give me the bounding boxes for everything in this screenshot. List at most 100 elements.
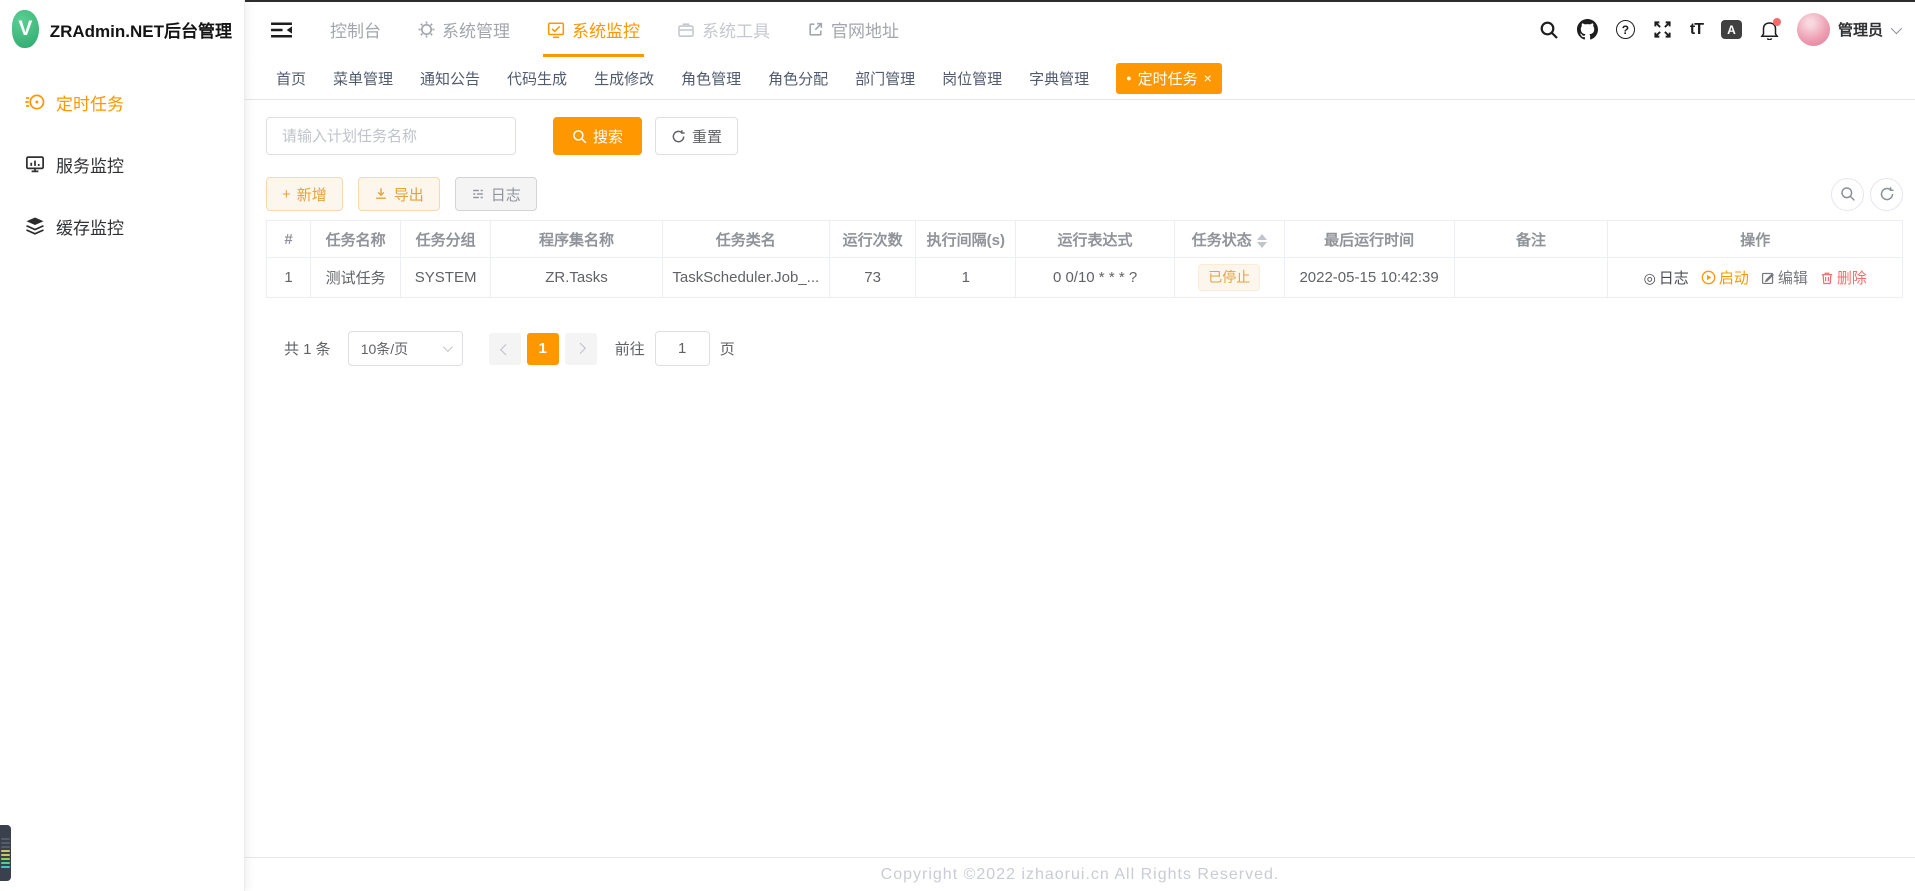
bell-icon[interactable] [1760,20,1779,40]
tab-notice[interactable]: 通知公告 [420,68,480,89]
tab-code-generation[interactable]: 代码生成 [507,68,567,89]
log-button-label: 日志 [491,184,521,205]
nav-right: ? tT A 管理员 [1539,13,1899,46]
goto-page-input[interactable] [655,331,710,366]
nav-item-label: 官网地址 [831,17,899,42]
translate-icon[interactable]: A [1721,20,1742,39]
stats-stripe [1,846,10,848]
column-header-interval: 执行间隔(s) [916,221,1016,258]
nav-item-label: 系统工具 [702,17,770,42]
chevron-down-icon [1891,22,1902,33]
row-log-link[interactable]: ◎ 日志 [1644,267,1689,288]
collapse-sidebar-icon[interactable] [270,20,293,40]
column-header-index: # [267,221,311,258]
log-button[interactable]: 日志 [455,177,537,211]
current-page-button[interactable]: 1 [527,333,559,365]
tab-role-assignment[interactable]: 角色分配 [768,68,828,89]
footer: Copyright ©2022 izhaorui.cn All Rights R… [245,857,1915,891]
content-area: 搜索 重置 + 新增 [245,100,1915,857]
briefcase-icon [677,21,695,39]
logo-row[interactable]: V ZRAdmin.NET后台管理 [0,0,244,58]
app-title: ZRAdmin.NET后台管理 [50,17,232,42]
refresh-table-button[interactable] [1870,178,1903,211]
stats-stripe [1,838,10,840]
page-size-select[interactable]: 10条/页 [348,331,463,366]
stats-stripe [1,858,10,860]
cell-task-group: SYSTEM [401,258,491,298]
add-button[interactable]: + 新增 [266,177,343,211]
toolbar-row: + 新增 导出 [266,177,1903,211]
next-page-button[interactable] [565,333,597,365]
column-header-remark: 备注 [1454,221,1608,258]
cache-layers-icon [25,216,45,236]
trash-icon [1820,271,1834,285]
column-header-task-group: 任务分组 [401,221,491,258]
prev-page-button[interactable] [489,333,521,365]
timer-icon [25,92,45,112]
sidebar: V ZRAdmin.NET后台管理 定时任务 [0,0,245,891]
task-name-search-input[interactable] [266,117,516,155]
cell-class: TaskScheduler.Job_... [662,258,829,298]
font-size-icon[interactable]: tT [1690,21,1703,39]
tab-department-management[interactable]: 部门管理 [855,68,915,89]
tab-bar: 首页 菜单管理 通知公告 代码生成 生成修改 角色管理 角色分配 部门管理 岗位… [245,57,1915,100]
sidebar-item-label: 缓存监控 [56,214,124,239]
cell-interval: 1 [916,258,1016,298]
column-header-status[interactable]: 任务状态 [1174,221,1284,258]
gear-icon [418,21,435,38]
monitor-check-icon [547,21,565,39]
fullscreen-icon[interactable] [1653,20,1672,39]
user-menu[interactable]: 管理员 [1797,13,1899,46]
stats-stripe [1,866,10,868]
nav-item-system-management[interactable]: 系统管理 [418,2,510,57]
nav-left: 控制台 系统管理 [270,2,899,57]
tab-close-icon[interactable]: × [1204,71,1212,85]
nav-item-official-site[interactable]: 官网地址 [807,2,899,57]
tab-dot-icon: ● [1126,74,1131,83]
sidebar-item-scheduled-tasks[interactable]: 定时任务 [0,71,244,133]
row-delete-link[interactable]: 删除 [1820,267,1867,288]
sort-carets-icon[interactable] [1257,234,1267,248]
reset-button-label: 重置 [692,126,722,147]
status-badge: 已停止 [1198,264,1260,290]
cell-cron: 0 0/10 * * * ? [1016,258,1175,298]
tab-scheduled-tasks-active[interactable]: ● 定时任务 × [1116,63,1222,94]
tab-home[interactable]: 首页 [276,68,306,89]
search-button-label: 搜索 [593,126,623,147]
show-search-toggle-button[interactable] [1831,178,1864,211]
table-row: 1 测试任务 SYSTEM ZR.Tasks TaskScheduler.Job… [267,258,1903,298]
table-tools [1831,178,1903,211]
search-icon[interactable] [1539,20,1559,40]
search-button[interactable]: 搜索 [553,117,642,155]
github-icon[interactable] [1577,19,1598,40]
nav-item-console[interactable]: 控制台 [330,2,381,57]
tab-label: 定时任务 [1138,68,1198,89]
tab-role-management[interactable]: 角色管理 [681,68,741,89]
play-circle-icon [1701,270,1716,285]
add-button-label: 新增 [297,184,327,205]
nav-item-label: 系统监控 [572,17,640,42]
tab-menu-management[interactable]: 菜单管理 [333,68,393,89]
nav-item-system-tools[interactable]: 系统工具 [677,2,770,57]
tab-post-management[interactable]: 岗位管理 [942,68,1002,89]
notification-dot [1773,18,1781,26]
top-navbar: 控制台 系统管理 [245,2,1915,57]
tab-generation-edit[interactable]: 生成修改 [594,68,654,89]
help-icon[interactable]: ? [1616,20,1635,39]
column-header-run-count: 运行次数 [829,221,916,258]
row-edit-link[interactable]: 编辑 [1761,267,1808,288]
goto-label: 前往 [615,338,645,359]
column-header-actions: 操作 [1608,221,1903,258]
row-start-link[interactable]: 启动 [1701,267,1749,288]
arrow-right-icon [574,342,585,353]
reset-button[interactable]: 重置 [655,117,738,155]
tab-dictionary-management[interactable]: 字典管理 [1029,68,1089,89]
performance-stats-widget[interactable] [0,825,11,881]
export-button[interactable]: 导出 [358,177,440,211]
nav-item-system-monitor[interactable]: 系统监控 [547,2,640,57]
page-unit-label: 页 [720,338,735,359]
sidebar-item-cache-monitor[interactable]: 缓存监控 [0,195,244,257]
column-header-cron: 运行表达式 [1016,221,1175,258]
sidebar-item-service-monitor[interactable]: 服务监控 [0,133,244,195]
export-button-label: 导出 [394,184,424,205]
